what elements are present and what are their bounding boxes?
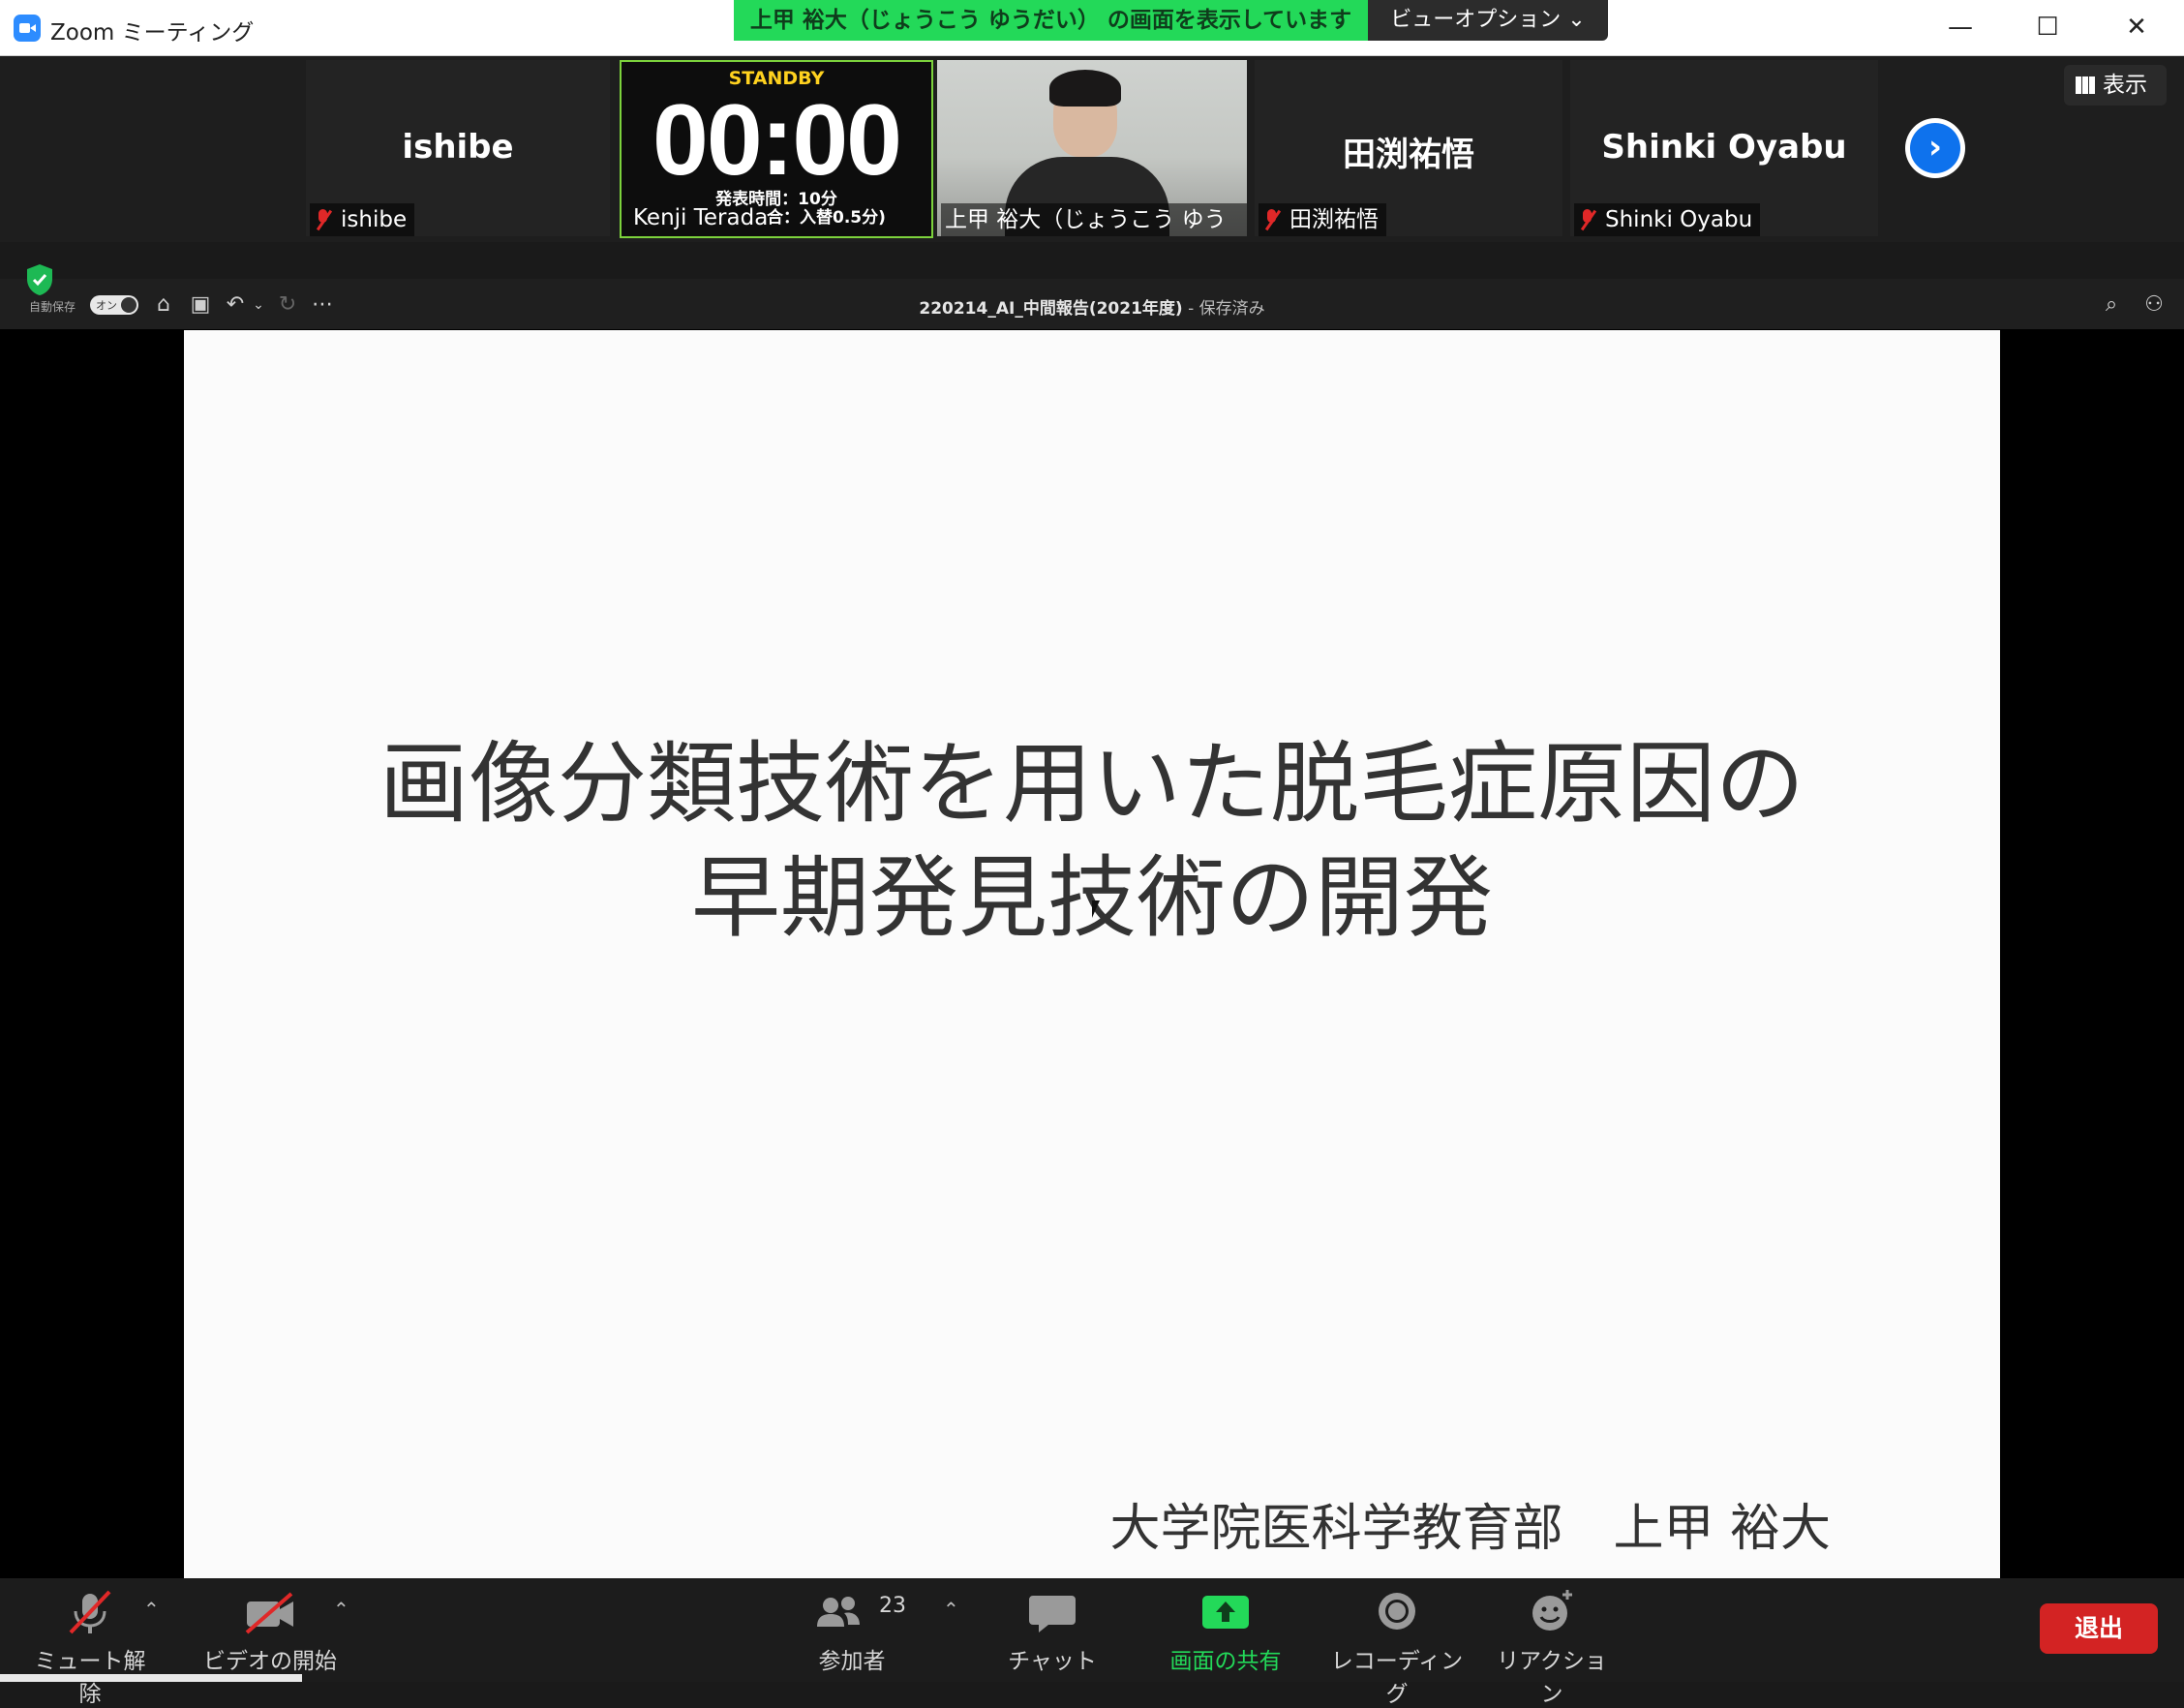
participant-tile-video[interactable]: 上甲 裕大（じょうこう ゆうだ... xyxy=(937,60,1247,236)
document-name: 220214_AI_中間報告(2021年度) xyxy=(919,299,1183,319)
participant-label-text: Shinki Oyabu xyxy=(1605,207,1753,232)
participants-options-caret[interactable]: ⌃ xyxy=(943,1598,959,1621)
search-icon[interactable]: ⌕ xyxy=(2099,292,2124,318)
close-window-button[interactable]: ✕ xyxy=(2093,0,2180,55)
mic-muted-icon xyxy=(1578,209,1597,230)
participant-label: Kenji Terada xyxy=(629,201,775,234)
chat-label: チャット xyxy=(1008,1649,1097,1674)
minimize-button[interactable]: — xyxy=(1917,0,2004,55)
share-screen-button[interactable]: 画面の共有 xyxy=(1158,1588,1293,1675)
display-layout-label: 表示 xyxy=(2103,73,2147,98)
saved-status: - 保存済み xyxy=(1182,299,1265,319)
window-title: Zoom ミーティング xyxy=(50,20,255,46)
reactions-button[interactable]: リアクション xyxy=(1495,1588,1609,1708)
zoom-app-icon xyxy=(14,15,41,42)
chat-icon xyxy=(1029,1596,1076,1632)
slide-author: 大学院医科学教育部 上甲 裕大 xyxy=(1109,1500,1831,1558)
participants-label: 参加者 xyxy=(818,1649,886,1674)
video-person-hair xyxy=(1049,70,1121,107)
timer-changeover-time: 合：入替0.5分) xyxy=(767,208,886,228)
grid-icon xyxy=(2076,76,2095,94)
mic-muted-icon xyxy=(69,1590,111,1634)
security-shield-icon[interactable] xyxy=(25,263,54,296)
taskbar-edge xyxy=(0,1674,302,1682)
view-options-button[interactable]: ビューオプション ⌄ xyxy=(1368,0,1608,41)
presentation-slide: 画像分類技術を用いた脱毛症原因の 早期発見技術の開発 大学院医科学教育部 上甲 … xyxy=(184,330,2000,1578)
participant-label-text: ishibe xyxy=(341,207,408,232)
slide-title: 画像分類技術を用いた脱毛症原因の 早期発見技術の開発 xyxy=(184,727,2000,956)
participant-tile-tabuchi[interactable]: 田渕祐悟 田渕祐悟 xyxy=(1255,60,1562,236)
start-video-label: ビデオの開始 xyxy=(203,1649,337,1674)
participant-name-large: Shinki Oyabu xyxy=(1601,128,1847,167)
participants-count: 23 xyxy=(879,1594,906,1618)
recording-button[interactable]: レコーディング xyxy=(1324,1588,1470,1708)
participant-name-large: ishibe xyxy=(402,128,514,167)
timer-display: 00:00 xyxy=(652,84,902,197)
share-screen-icon xyxy=(1202,1596,1249,1629)
chat-button[interactable]: チャット xyxy=(999,1588,1106,1675)
document-title: 220214_AI_中間報告(2021年度) - 保存済み xyxy=(0,294,2184,319)
mic-muted-icon xyxy=(1262,209,1282,230)
reaction-emoji-icon xyxy=(1532,1590,1572,1631)
video-options-caret[interactable]: ⌃ xyxy=(333,1598,349,1621)
recording-label: レコーディング xyxy=(1330,1649,1464,1707)
participant-label-text: Kenji Terada xyxy=(633,205,769,230)
participant-tile-oyabu[interactable]: Shinki Oyabu Shinki Oyabu xyxy=(1570,60,1878,236)
participant-label: 田渕祐悟 xyxy=(1259,203,1386,236)
leave-meeting-button[interactable]: 退出 xyxy=(2040,1603,2158,1654)
record-icon xyxy=(1379,1593,1415,1630)
participant-label: Shinki Oyabu xyxy=(1574,203,1761,236)
share-screen-label: 画面の共有 xyxy=(1169,1649,1282,1674)
audio-options-caret[interactable]: ⌃ xyxy=(143,1598,160,1621)
participant-label-text: 田渕祐悟 xyxy=(1289,207,1379,232)
start-video-button[interactable]: ビデオの開始 xyxy=(201,1588,339,1675)
slide-title-line1: 画像分類技術を用いた脱毛症原因の xyxy=(379,732,1805,836)
display-layout-button[interactable]: 表示 xyxy=(2064,65,2167,106)
participant-tile-ishibe[interactable]: ishibe ishibe xyxy=(306,60,610,236)
mouse-cursor-icon xyxy=(1092,900,1100,918)
participant-label: 上甲 裕大（じょうこう ゆうだ... xyxy=(941,203,1247,236)
slide-title-line2: 早期発見技術の開発 xyxy=(690,846,1493,950)
chevron-right-icon: › xyxy=(1910,123,1960,173)
participant-label: ishibe xyxy=(310,203,415,236)
participant-label-text: 上甲 裕大（じょうこう ゆうだ... xyxy=(945,207,1227,232)
next-participants-button[interactable]: › xyxy=(1905,118,1965,178)
maximize-button[interactable]: ☐ xyxy=(2004,0,2091,55)
share-people-icon[interactable]: ⚇ xyxy=(2141,292,2167,318)
unmute-button[interactable]: ミュート解除 xyxy=(27,1588,153,1708)
participants-icon xyxy=(817,1597,860,1627)
mic-muted-icon xyxy=(314,209,333,230)
participants-button[interactable]: 23 参加者 xyxy=(794,1588,910,1675)
reactions-label: リアクション xyxy=(1497,1649,1607,1707)
screen-share-banner: 上甲 裕大（じょうこう ゆうだい） の画面を表示しています xyxy=(734,0,1368,41)
participant-tile-timer[interactable]: STANDBY 00:00 発表時間：10分 合：入替0.5分) Kenji T… xyxy=(620,60,933,238)
participant-name-large: 田渕祐悟 xyxy=(1343,136,1474,174)
video-off-icon xyxy=(245,1592,293,1634)
